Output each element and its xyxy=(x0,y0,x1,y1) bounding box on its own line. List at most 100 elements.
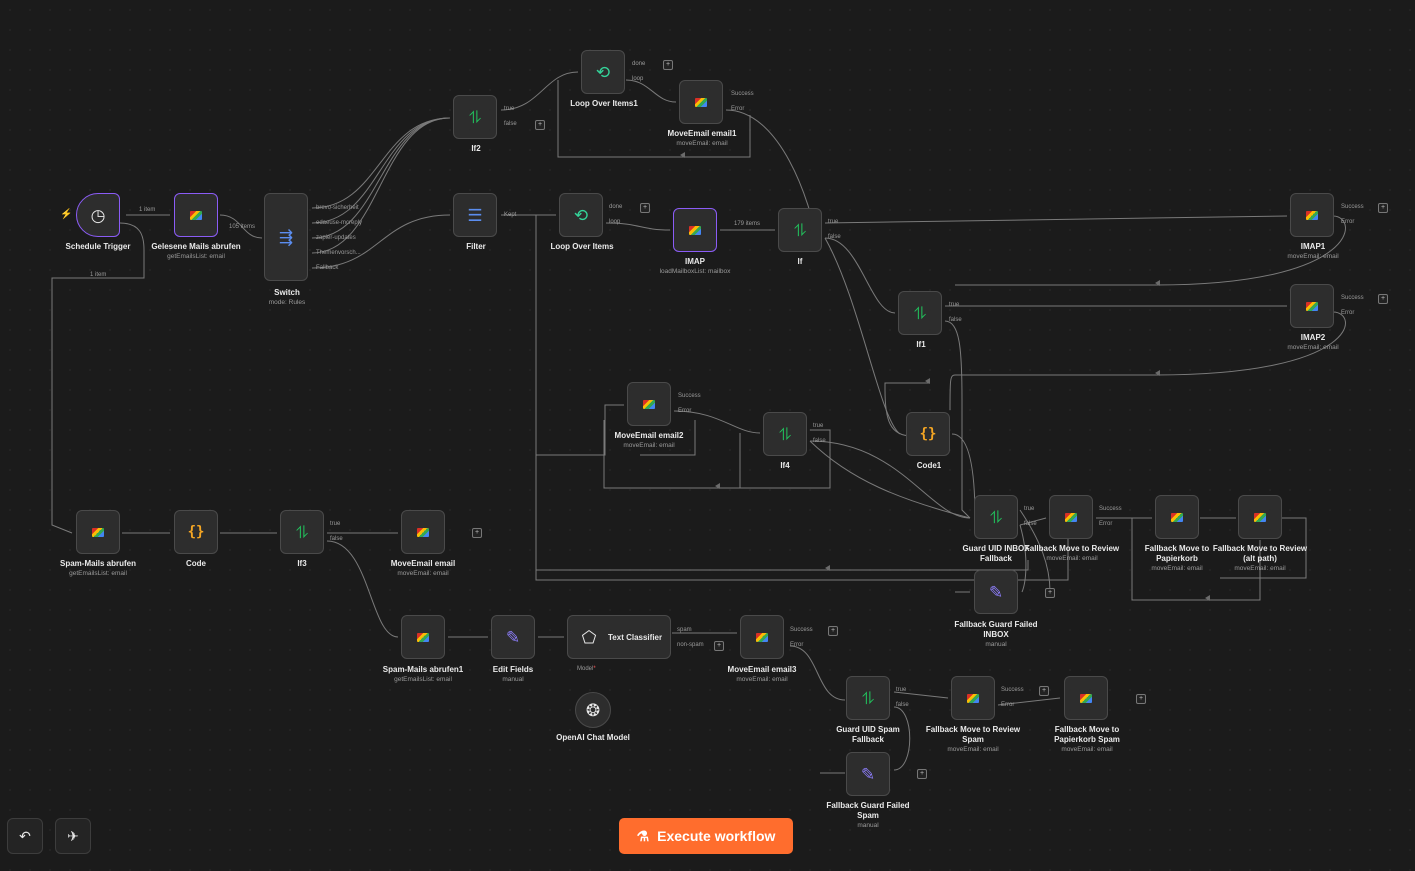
node-moveemail2[interactable] xyxy=(627,382,671,426)
node-label: Fallback Move to Review moveEmail: email xyxy=(1024,544,1120,562)
node-if[interactable]: ⥮ xyxy=(778,208,822,252)
node-label: Spam-Mails abrufen getEmailsList: email xyxy=(59,559,137,577)
envelope-icon xyxy=(967,693,979,703)
node-label: Fallback Move to Review (alt path) moveEma… xyxy=(1212,544,1308,572)
flask-icon: ⚗ xyxy=(636,827,650,844)
node-label: OpenAI Chat Model xyxy=(556,733,630,742)
envelope-icon xyxy=(643,399,655,409)
node-spam-mails1[interactable] xyxy=(401,615,445,659)
undo-button[interactable]: ↶ xyxy=(7,818,43,854)
port-label: brevo-sicherheit xyxy=(316,205,359,211)
node-loop-over-items1[interactable]: ⟲ xyxy=(581,50,625,94)
node-fallback-guard-spam[interactable]: ✎ xyxy=(846,752,890,796)
node-imap[interactable] xyxy=(673,208,717,252)
branch-icon: ⥮ xyxy=(295,522,309,542)
node-label: Fallback Guard Failed INBOX manual xyxy=(954,620,1038,648)
port-label: Success xyxy=(1001,687,1024,693)
node-label: Spam-Mails abrufen1 getEmailsList: email xyxy=(382,665,464,683)
tidy-up-button[interactable]: ✈ xyxy=(55,818,91,854)
port-label: Error xyxy=(1099,521,1113,527)
add-node-button[interactable]: + xyxy=(535,120,545,130)
node-if3[interactable]: ⥮ xyxy=(280,510,324,554)
workflow-canvas[interactable]: ⚡ ◷ Schedule Trigger 1 item Gelesene Mai… xyxy=(0,0,1415,871)
node-if4[interactable]: ⥮ xyxy=(763,412,807,456)
node-fallback-guard-inbox[interactable]: ✎ xyxy=(974,570,1018,614)
node-moveemail3[interactable] xyxy=(740,615,784,659)
port-label: false xyxy=(504,121,517,127)
node-loop-over-items[interactable]: ⟲ xyxy=(559,193,603,237)
node-edit-fields[interactable]: ✎ xyxy=(491,615,535,659)
node-fallback-papierkorb[interactable] xyxy=(1155,495,1199,539)
add-node-button[interactable]: + xyxy=(1136,694,1146,704)
model-port-label: Model* xyxy=(577,666,596,672)
edge-label: 1 item xyxy=(139,207,156,213)
port-label: Kept xyxy=(504,212,517,218)
openai-icon: ❂ xyxy=(585,700,601,720)
node-label: Code xyxy=(186,559,206,568)
node-guard-uid-spam[interactable]: ⥮ xyxy=(846,676,890,720)
add-node-button[interactable]: + xyxy=(1378,203,1388,213)
node-moveemail[interactable] xyxy=(401,510,445,554)
envelope-icon xyxy=(1065,512,1077,522)
branch-icon: ⥮ xyxy=(793,220,807,240)
envelope-icon xyxy=(1171,512,1183,522)
node-if2[interactable]: ⥮ xyxy=(453,95,497,139)
add-node-button[interactable]: + xyxy=(640,203,650,213)
node-text-classifier[interactable]: ⬠ Text Classifier xyxy=(567,615,671,659)
switch-icon: ⇶ xyxy=(278,227,294,247)
filter-icon: ☰ xyxy=(467,205,483,225)
node-fallback-review-spam[interactable] xyxy=(951,676,995,720)
node-label: IMAP1 moveEmail: email xyxy=(1287,242,1339,260)
node-schedule-trigger[interactable]: ◷ xyxy=(76,193,120,237)
add-node-button[interactable]: + xyxy=(472,528,482,538)
node-fallback-review-alt[interactable] xyxy=(1238,495,1282,539)
node-switch[interactable]: ⇶ xyxy=(264,193,308,281)
branch-icon: ⥮ xyxy=(468,107,482,127)
add-node-button[interactable]: + xyxy=(1378,294,1388,304)
node-imap1[interactable] xyxy=(1290,193,1334,237)
port-label: non-spam xyxy=(677,642,704,648)
envelope-icon xyxy=(1306,210,1318,220)
branch-icon: ⥮ xyxy=(778,424,792,444)
node-imap2[interactable] xyxy=(1290,284,1334,328)
port-label: true xyxy=(813,423,824,429)
add-node-button[interactable]: + xyxy=(1039,686,1049,696)
undo-icon: ↶ xyxy=(19,827,31,844)
node-filter[interactable]: ☰ xyxy=(453,193,497,237)
port-label: Error xyxy=(731,106,745,112)
port-label: true xyxy=(896,687,907,693)
pencil-icon: ✎ xyxy=(988,582,1004,602)
node-label: Filter xyxy=(466,242,486,251)
port-label: true xyxy=(504,106,515,112)
node-label: Guard UID Spam Fallback xyxy=(836,725,900,744)
pencil-icon: ✎ xyxy=(505,627,521,647)
envelope-icon xyxy=(1254,512,1266,522)
node-code[interactable]: {} xyxy=(174,510,218,554)
node-label: IMAP2 moveEmail: email xyxy=(1287,333,1339,351)
add-node-button[interactable]: + xyxy=(828,626,838,636)
clock-icon: ◷ xyxy=(90,205,106,225)
node-openai-chat-model[interactable]: ❂ xyxy=(575,692,611,728)
node-gelesene-mails[interactable] xyxy=(174,193,218,237)
execute-workflow-button[interactable]: ⚗ Execute workflow xyxy=(619,818,793,854)
add-node-button[interactable]: + xyxy=(714,641,724,651)
node-fallback-review[interactable] xyxy=(1049,495,1093,539)
port-label: spam xyxy=(677,627,692,633)
node-fallback-papierkorb-spam[interactable] xyxy=(1064,676,1108,720)
tag-icon: ⬠ xyxy=(581,627,597,647)
node-spam-mails[interactable] xyxy=(76,510,120,554)
add-node-button[interactable]: + xyxy=(917,769,927,779)
node-guard-uid-inbox[interactable]: ⥮ xyxy=(974,495,1018,539)
port-label: Success xyxy=(790,627,813,633)
node-label: Guard UID INBOX Fallback xyxy=(962,544,1030,563)
node-if1[interactable]: ⥮ xyxy=(898,291,942,335)
node-code1[interactable]: {} xyxy=(906,412,950,456)
port-label: Error xyxy=(678,408,692,414)
port-label: Success xyxy=(1341,295,1364,301)
add-node-button[interactable]: + xyxy=(663,60,673,70)
braces-icon: {} xyxy=(919,426,937,442)
node-title: Text Classifier xyxy=(608,632,663,642)
node-label: Loop Over Items1 xyxy=(570,99,638,108)
node-moveemail1[interactable] xyxy=(679,80,723,124)
add-node-button[interactable]: + xyxy=(1045,588,1055,598)
